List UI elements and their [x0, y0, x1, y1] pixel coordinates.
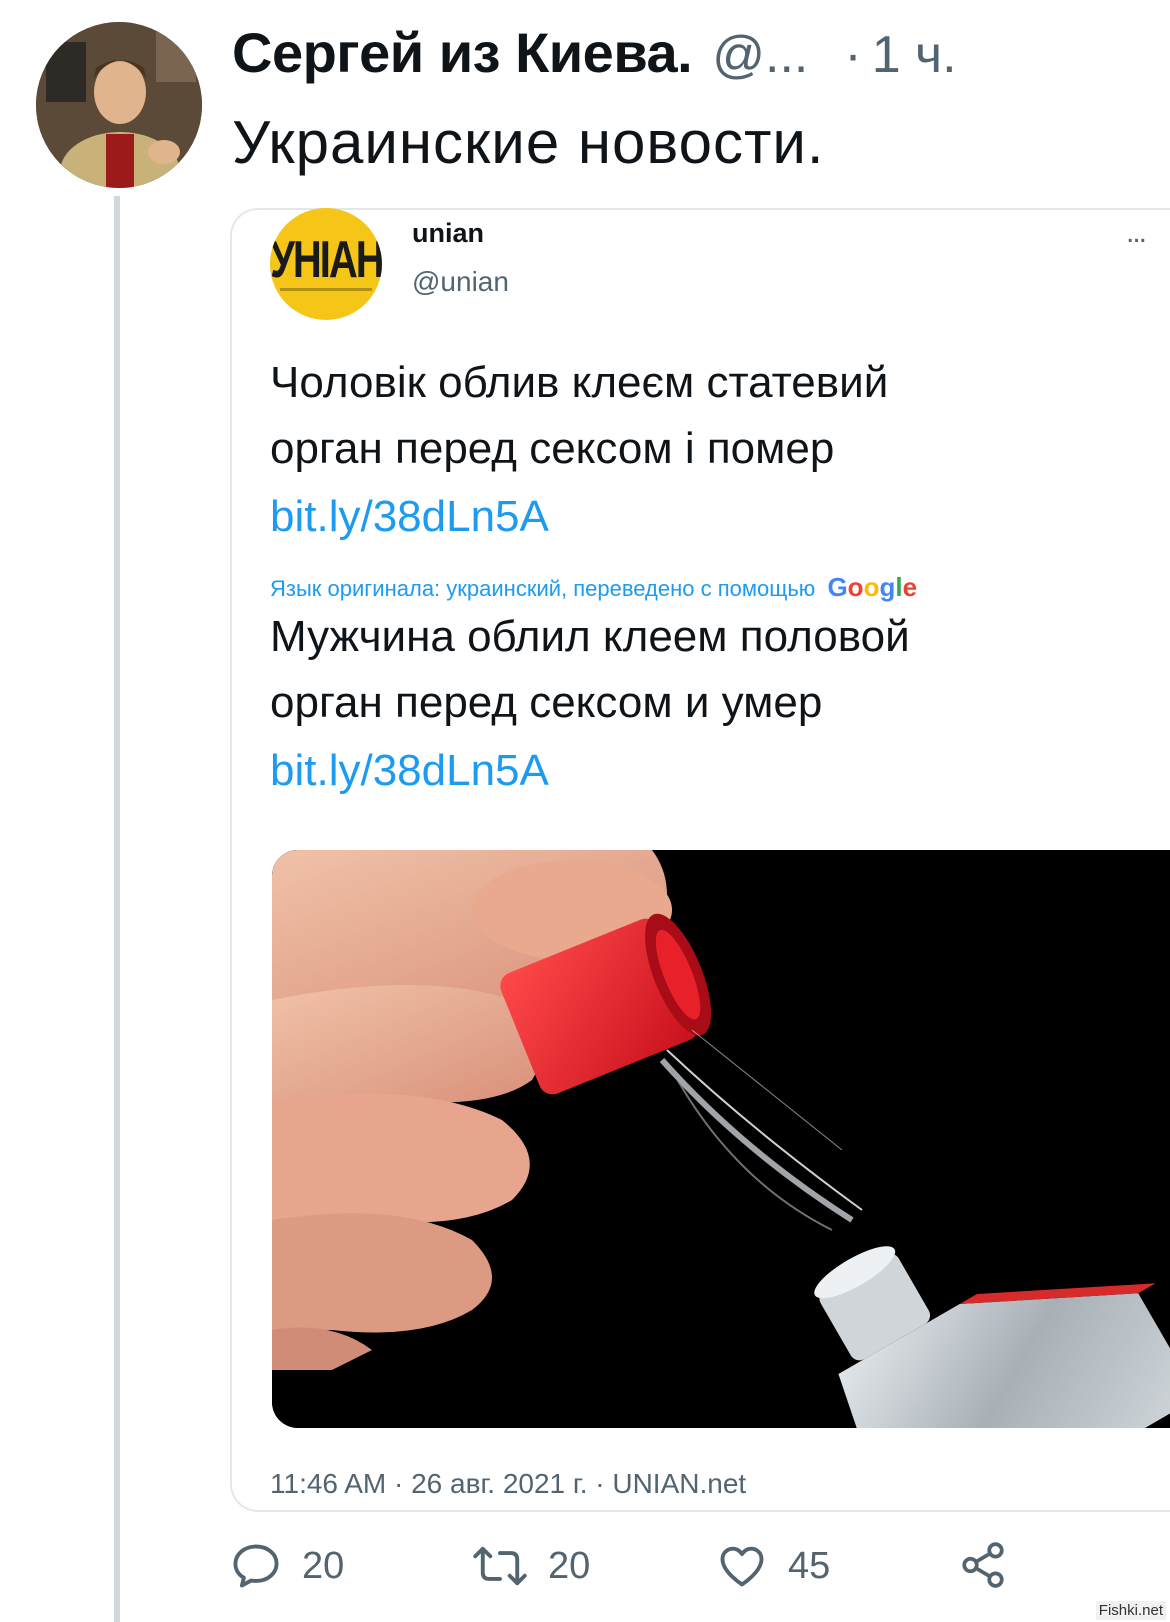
unian-avatar[interactable]: УНІАН: [270, 208, 382, 320]
retweet-count: 20: [548, 1544, 591, 1587]
reply-icon: [233, 1544, 279, 1588]
original-link[interactable]: bit.ly/38dLn5A: [270, 492, 549, 542]
quoted-display-name[interactable]: unian: [412, 218, 484, 249]
user-avatar[interactable]: [36, 22, 202, 188]
retweet-icon: [473, 1546, 527, 1586]
reply-button[interactable]: 20: [230, 1540, 344, 1592]
original-text-line-1: Чоловік облив клеєм статевий: [270, 358, 889, 407]
share-icon: [962, 1542, 1004, 1588]
heart-icon: [720, 1546, 764, 1587]
glue-photo-illustration: [272, 850, 1170, 1428]
google-logo: Google: [827, 572, 918, 602]
translated-link[interactable]: bit.ly/38dLn5A: [270, 746, 549, 796]
quoted-tweet-timestamp[interactable]: 11:46 AM · 26 авг. 2021 г. · UNIAN.net: [270, 1468, 746, 1500]
translated-text-line-1: Мужчина облил клеем половой: [270, 612, 910, 661]
user-handle[interactable]: @...: [712, 25, 808, 85]
translation-note-text: Язык оригинала: украинский, переведено с…: [270, 576, 816, 601]
avatar-photo: [36, 22, 202, 188]
translation-note[interactable]: Язык оригинала: украинский, переведено с…: [270, 572, 917, 603]
like-button[interactable]: 45: [716, 1540, 830, 1592]
thread-line: [114, 196, 120, 1622]
display-name[interactable]: Сергей из Киева.: [232, 20, 693, 85]
quoted-handle[interactable]: @unian: [412, 266, 509, 298]
watermark: Fishki.net: [1095, 1601, 1166, 1620]
tweet-action-bar: 20 20 45: [0, 1540, 1170, 1610]
like-count: 45: [788, 1544, 831, 1587]
retweet-button[interactable]: 20: [472, 1540, 590, 1592]
tweet-header: Сергей из Киева. @... · 1 ч.: [232, 20, 957, 90]
logo-subline: [280, 288, 372, 291]
original-text-line-2: орган перед сексом і помер: [270, 424, 835, 473]
tweet-text: Украинские новости.: [232, 109, 825, 176]
share-button[interactable]: [958, 1540, 1008, 1590]
more-options-icon[interactable]: ...: [1126, 216, 1147, 250]
translated-text-line-2: орган перед сексом и умер: [270, 678, 823, 727]
tweet-photo[interactable]: [272, 850, 1170, 1428]
separator-dot: ·: [844, 26, 862, 84]
reply-count: 20: [302, 1544, 345, 1587]
unian-logo-text: УНІАН: [270, 231, 382, 289]
tweet-time[interactable]: 1 ч.: [872, 25, 957, 85]
